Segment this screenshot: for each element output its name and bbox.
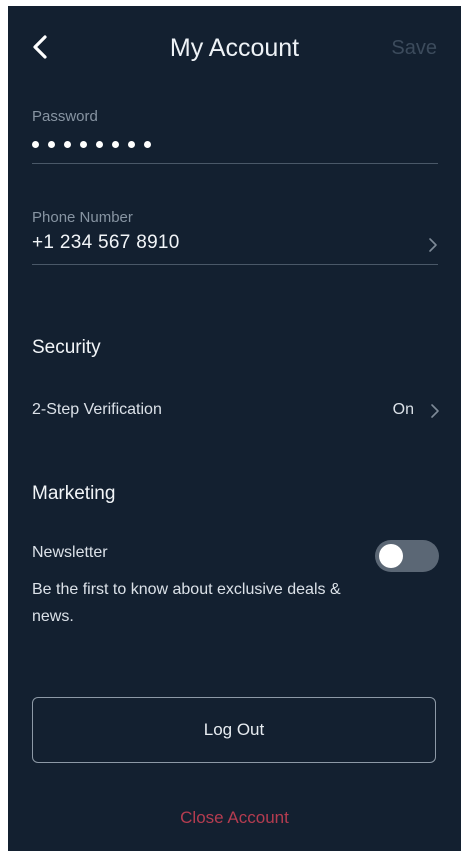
marketing-heading: Marketing	[32, 483, 116, 504]
save-button[interactable]: Save	[391, 37, 437, 60]
password-dot	[80, 140, 87, 148]
toggle-knob	[379, 544, 403, 568]
password-dot	[144, 140, 151, 148]
password-dot	[32, 140, 39, 148]
chevron-right-icon	[431, 404, 439, 418]
password-value	[32, 135, 438, 153]
password-dot	[64, 140, 71, 148]
password-dot	[96, 140, 103, 148]
password-dot	[48, 140, 55, 148]
my-account-screen: My Account Save Password Phone Number +1…	[8, 6, 461, 851]
security-heading: Security	[32, 337, 101, 358]
two-step-verification-row[interactable]: 2-Step Verification On	[32, 397, 440, 425]
phone-number-value: +1 234 567 8910	[32, 232, 180, 253]
chevron-right-icon	[429, 238, 437, 252]
newsletter-toggle[interactable]	[375, 540, 439, 572]
password-label: Password	[32, 108, 98, 125]
password-dot	[128, 140, 135, 148]
password-field[interactable]: Password	[32, 108, 438, 164]
close-account-link[interactable]: Close Account	[8, 808, 461, 828]
phone-number-field[interactable]: Phone Number +1 234 567 8910	[32, 209, 438, 265]
newsletter-label: Newsletter	[32, 544, 108, 561]
phone-number-label: Phone Number	[32, 209, 133, 226]
header: My Account Save	[8, 6, 461, 90]
password-dot	[112, 140, 119, 148]
two-step-verification-label: 2-Step Verification	[32, 401, 162, 418]
log-out-button[interactable]: Log Out	[32, 697, 436, 763]
newsletter-description: Be the first to know about exclusive dea…	[32, 581, 341, 625]
two-step-verification-status: On	[392, 401, 414, 418]
